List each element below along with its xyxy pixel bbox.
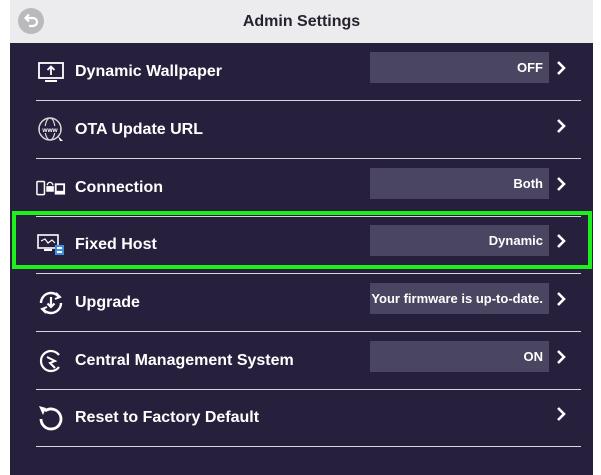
setting-row-upgrade[interactable]: Upgrade Your firmware is up-to-date.: [36, 274, 581, 332]
chevron-right-icon[interactable]: [554, 233, 568, 249]
chevron-right-icon[interactable]: [554, 291, 568, 307]
setting-value[interactable]: Dynamic: [370, 225, 549, 256]
host-monitor-icon: [36, 230, 66, 260]
devices-connection-icon: [36, 173, 66, 203]
chevron-right-icon[interactable]: [554, 349, 568, 365]
settings-window: Admin Settings Dynamic Wallpaper OFF www: [10, 0, 593, 475]
www-globe-icon: www: [36, 115, 66, 145]
cms-logo-icon: [36, 346, 66, 376]
chevron-right-icon[interactable]: [554, 176, 568, 192]
display-upload-icon: [36, 57, 66, 87]
back-button[interactable]: [18, 8, 44, 34]
svg-text:www: www: [41, 127, 58, 134]
setting-value[interactable]: ON: [370, 341, 549, 372]
setting-row-connection[interactable]: Connection Both: [36, 159, 581, 217]
setting-label: Reset to Factory Default: [75, 408, 260, 426]
setting-value[interactable]: Both: [370, 168, 549, 199]
upgrade-refresh-icon: [36, 288, 66, 318]
chevron-right-icon[interactable]: [554, 60, 568, 76]
setting-label: Connection: [75, 178, 163, 196]
setting-row-central-management-system[interactable]: Central Management System ON: [36, 332, 581, 390]
setting-label: Dynamic Wallpaper: [75, 62, 223, 80]
setting-row-dynamic-wallpaper[interactable]: Dynamic Wallpaper OFF: [36, 43, 581, 101]
setting-label: Fixed Host: [75, 235, 157, 253]
setting-label: Central Management System: [75, 351, 294, 369]
setting-row-reset-factory-default[interactable]: Reset to Factory Default: [36, 389, 581, 447]
setting-row-ota-update-url[interactable]: www OTA Update URL: [36, 101, 581, 159]
page-title: Admin Settings: [242, 12, 361, 30]
header-bar: Admin Settings: [10, 0, 593, 43]
setting-value[interactable]: Your firmware is up-to-date.: [370, 283, 549, 314]
back-arrow-icon: [23, 13, 39, 28]
setting-row-fixed-host[interactable]: Fixed Host Dynamic: [36, 216, 581, 274]
chevron-right-icon[interactable]: [554, 406, 568, 422]
setting-label: OTA Update URL: [75, 120, 203, 138]
chevron-right-icon[interactable]: [554, 118, 568, 134]
setting-value[interactable]: OFF: [370, 52, 549, 83]
reset-arrow-icon: [36, 403, 66, 433]
setting-label: Upgrade: [75, 293, 140, 311]
